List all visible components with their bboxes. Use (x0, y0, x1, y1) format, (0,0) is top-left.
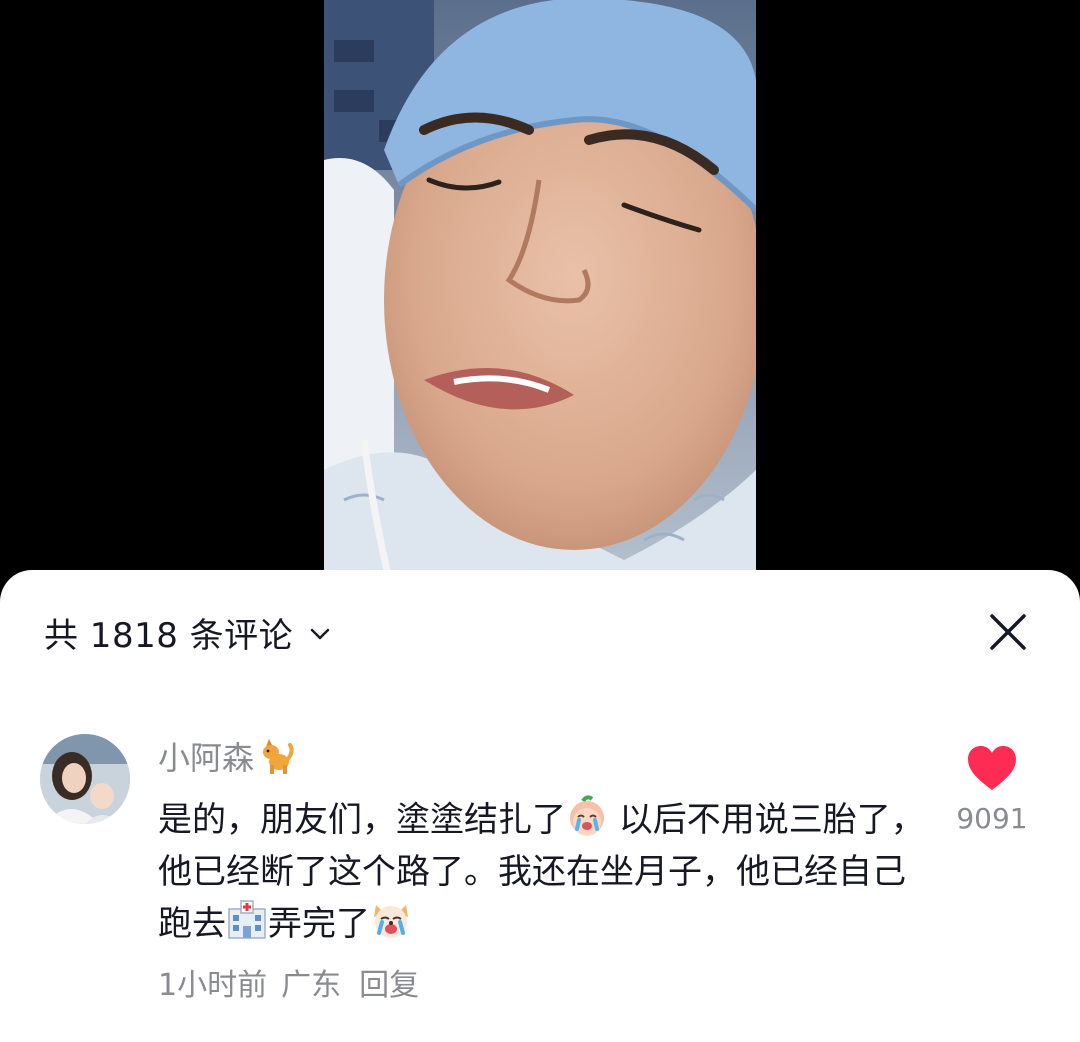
comment-body: 小阿森 是的，朋友们，塗塗结扎了 以后不用说三胎了，他已经断了这个路了。我还在坐… (158, 734, 928, 1004)
comment-time: 1小时前 (158, 968, 268, 1003)
close-icon[interactable] (986, 610, 1030, 654)
comment-sheet: 共 1818 条评论 小阿森 是的，朋友们，塗塗结扎了 以后不用说三胎了，他已经… (0, 570, 1080, 1042)
comment-count-dropdown[interactable]: 共 1818 条评论 (44, 608, 331, 656)
reply-button[interactable]: 回复 (359, 960, 419, 1004)
video-player[interactable] (324, 0, 756, 600)
comment-item[interactable]: 小阿森 是的，朋友们，塗塗结扎了 以后不用说三胎了，他已经断了这个路了。我还在坐… (40, 734, 1040, 1004)
video-frame-image (324, 0, 756, 600)
comment-location: 广东 (281, 968, 342, 1003)
heart-icon[interactable] (966, 744, 1018, 792)
hospital-emoji-icon (228, 900, 266, 939)
like-count: 9091 (956, 802, 1028, 835)
comment-meta: 1小时前 广东 回复 (158, 960, 928, 1004)
chevron-down-icon (310, 628, 330, 640)
app-screen: 共 1818 条评论 小阿森 是的，朋友们，塗塗结扎了 以后不用说三胎了，他已经… (0, 0, 1080, 1042)
avatar[interactable] (40, 734, 130, 824)
cat-emoji-icon (263, 739, 294, 774)
comment-text-part-3: 弄完了 (268, 904, 370, 944)
like-column: 9091 (952, 744, 1032, 835)
username-row: 小阿森 (158, 734, 928, 778)
comment-text-part-1: 是的，朋友们，塗塗结扎了 (158, 800, 566, 840)
avatar-image (40, 734, 130, 824)
comment-count-label: 共 1818 条评论 (44, 615, 294, 656)
crying-peach-emoji-icon (570, 795, 604, 836)
username[interactable]: 小阿森 (158, 733, 254, 779)
crying-dog-emoji-icon (374, 905, 408, 938)
comment-text: 是的，朋友们，塗塗结扎了 以后不用说三胎了，他已经断了这个路了。我还在坐月子，他… (158, 794, 928, 950)
